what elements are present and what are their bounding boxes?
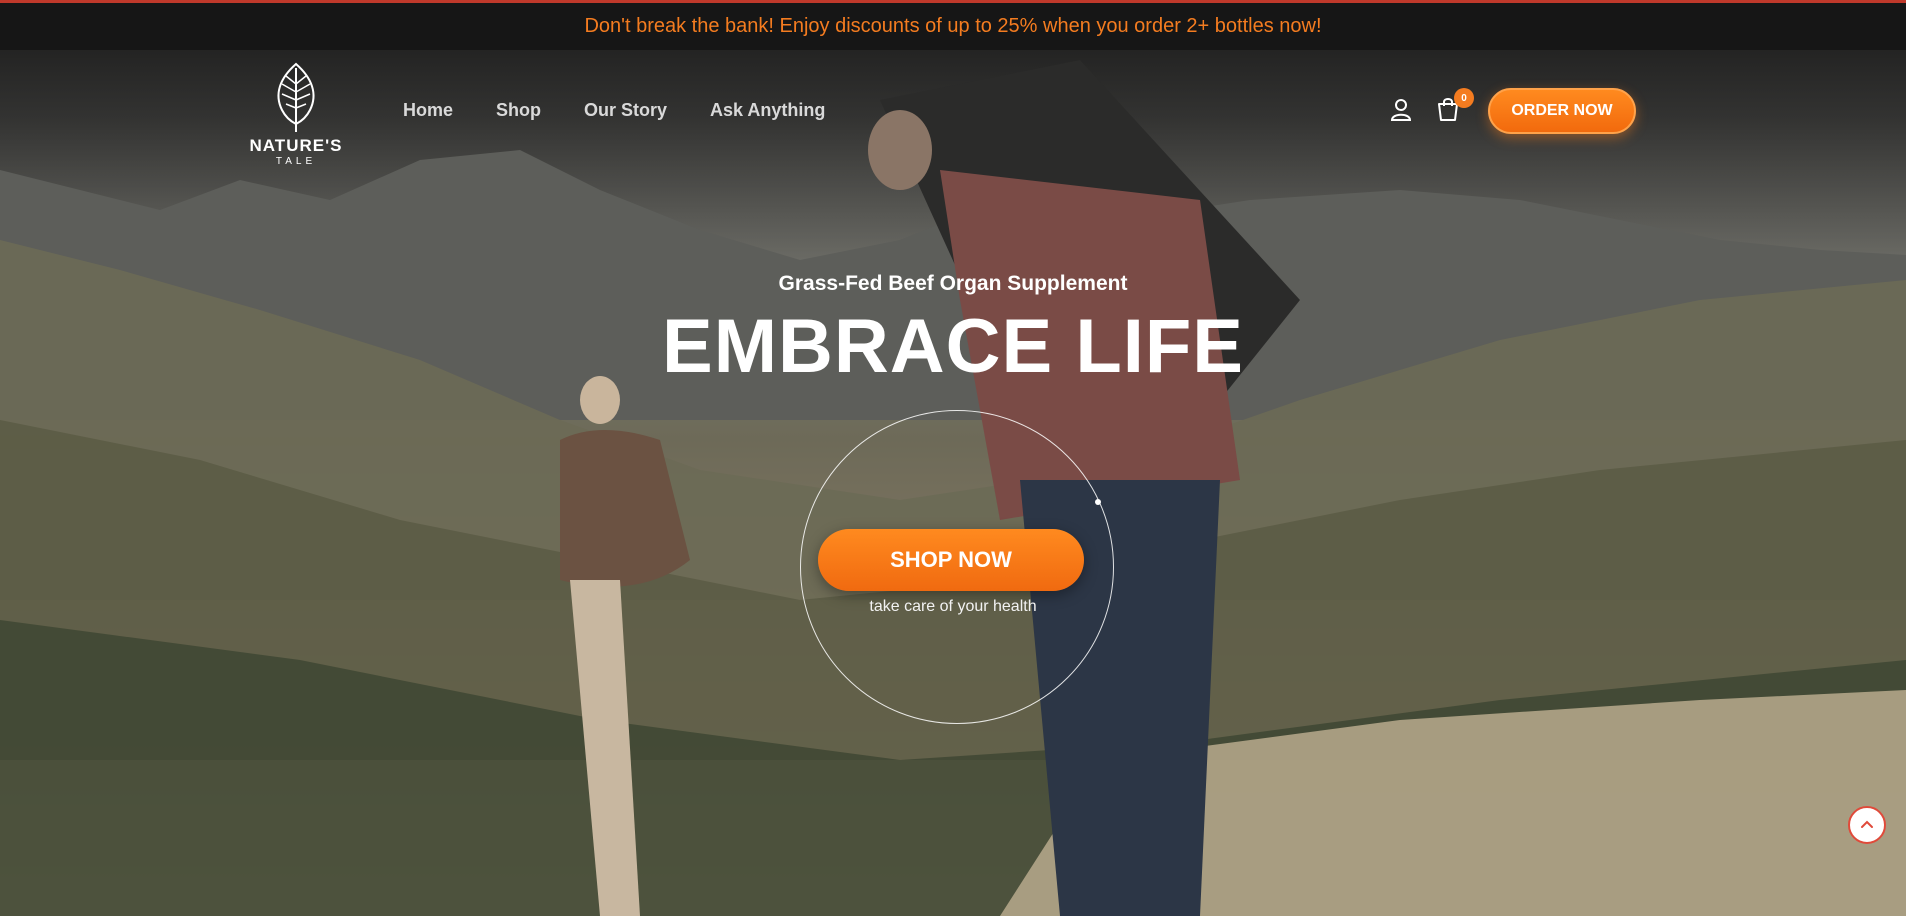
site-logo[interactable]: NATURE'S TALE [248, 62, 344, 174]
scroll-to-top-button[interactable] [1848, 806, 1886, 844]
chevron-up-icon [1861, 820, 1873, 828]
hero-headline: EMBRACE LIFE [662, 304, 1244, 389]
nav-item-home[interactable]: Home [403, 100, 453, 121]
order-now-button[interactable]: ORDER NOW [1488, 88, 1636, 134]
ring-dot [1095, 499, 1101, 505]
shop-now-button[interactable]: SHOP NOW [818, 529, 1084, 591]
announcement-bar: Don't break the bank! Enjoy discounts of… [0, 0, 1906, 50]
hero-tagline: take care of your health [869, 598, 1037, 615]
cart-count-badge: 0 [1454, 88, 1474, 108]
logo-sub: TALE [275, 156, 317, 167]
main-nav: Home Shop Our Story Ask Anything [403, 100, 868, 121]
leaf-icon [277, 62, 315, 132]
hero-subtitle: Grass-Fed Beef Organ Supplement [778, 272, 1128, 295]
user-icon[interactable] [1390, 98, 1412, 122]
nav-item-shop[interactable]: Shop [496, 100, 541, 121]
logo-brand: NATURE'S [249, 136, 343, 155]
site-header: NATURE'S TALE Home Shop Our Story Ask An… [0, 50, 1906, 170]
announcement-text: Don't break the bank! Enjoy discounts of… [584, 15, 1322, 37]
nav-item-our-story[interactable]: Our Story [584, 100, 667, 121]
nav-item-ask-anything[interactable]: Ask Anything [710, 100, 825, 121]
